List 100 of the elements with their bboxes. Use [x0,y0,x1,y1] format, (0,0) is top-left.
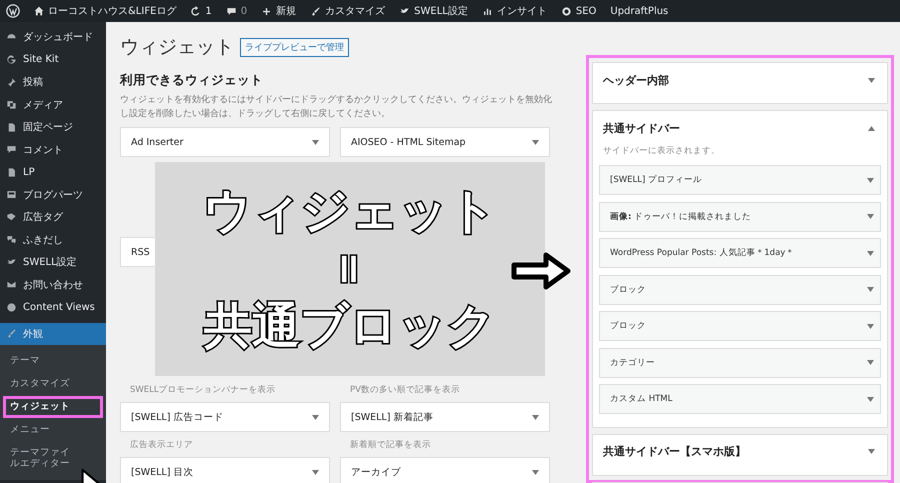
menu-item[interactable]: 外観 [0,322,106,345]
caption-text: ウィジェット [203,182,497,240]
menu-item[interactable]: コメント [0,138,106,161]
page-icon [6,122,17,133]
widget-title: [SWELL] 新着記事 [351,410,434,424]
widget-card[interactable]: アーカイブ [340,457,550,483]
update-count: 1 [205,6,212,16]
admin-bar-label: インサイト [496,5,547,18]
menu-label: お問い合わせ [23,278,83,292]
menu-item[interactable]: Content Views [0,296,106,318]
expand-arrow-icon[interactable] [312,470,319,474]
home-icon [34,6,44,16]
expand-arrow-icon[interactable] [532,470,539,474]
brush-icon [6,328,17,340]
expand-arrow-icon[interactable] [867,250,874,256]
caption-text: 共通ブロック [204,298,496,356]
admin-bar-link[interactable]: インサイト [482,4,547,18]
placed-widget[interactable]: カスタム HTML [599,384,881,414]
expand-arrow-icon[interactable] [312,140,319,144]
admin-bar-link[interactable]: UpdraftPlus [610,6,668,16]
sidebar-area-description: サイドバーに表示されます。 [602,145,721,158]
widget-description: PV数の多い順で記事を表示 [349,384,461,396]
admin-bar-label: 新規 [276,4,296,18]
placed-widget[interactable]: ブロック [599,274,881,304]
section-description: ウィジェットを有効化するにはサイドバーにドラッグするかクリックしてください。ウィジェットを無効化し設定を削除したい場合は、ドラッグして右側に戻してください。 [120,94,553,120]
widget-card[interactable]: [SWELL] 新着記事 [340,402,550,432]
widget-card[interactable]: [SWELL] 広告コード [120,402,330,432]
placed-widget[interactable]: カテゴリー [599,348,881,378]
speech-bubble-icon [6,144,17,156]
widget-title: Ad Inserter [131,136,184,148]
widget-title: AIOSEO - HTML Sitemap [351,136,466,148]
placed-widget[interactable]: WordPress Popular Posts: 人気記事＊1day＊ [599,238,881,268]
menu-item[interactable]: メディア [0,94,106,116]
placed-widget[interactable]: [SWELL] プロフィール [599,165,881,195]
menu-item[interactable]: 広告タグ [0,206,106,228]
admin-bar-link[interactable]: カスタマイズ [310,4,386,18]
submenu-item[interactable]: ウィジェット [3,396,103,418]
panel-icon [6,189,17,200]
admin-bar-link[interactable]: SEO [560,6,596,16]
widget-card[interactable]: Ad Inserter [120,127,330,157]
admin-bar-label: カスタマイズ [325,5,386,18]
sidebar-area-title[interactable]: 共通サイドバー [603,120,680,136]
expand-arrow-icon[interactable] [867,396,874,402]
widget-description: SWELLプロモーションバナーを表示 [129,384,277,396]
comments-link[interactable]: 0 [226,6,248,16]
site-name-link[interactable]: ローコストハウス&LIFEログ [34,4,176,18]
pin-icon [6,76,17,88]
collapse-arrow-icon[interactable] [868,126,875,130]
site-name: ローコストハウス&LIFEログ [48,5,176,18]
admin-bar-label: SWELL設定 [414,4,468,18]
menu-label: 投稿 [23,76,43,90]
updates-link[interactable]: 1 [190,6,212,16]
tag-icon [6,212,17,223]
menu-item[interactable]: 投稿 [0,71,106,94]
expand-arrow-icon[interactable] [867,324,874,328]
expand-arrow-icon[interactable] [867,214,874,219]
widget-card[interactable]: [SWELL] 目次 [120,457,330,483]
speech-bubbles-icon [6,234,17,246]
menu-label: 固定ページ [23,120,73,134]
menu-item[interactable]: 固定ページ [0,116,106,138]
live-preview-button[interactable]: ライブプレビューで管理 [240,38,349,56]
widget-title: RSS [131,246,150,258]
menu-item[interactable]: ダッシュボード [0,26,106,48]
submenu-item[interactable]: テーマ [3,350,83,372]
sidebar-area-title[interactable]: ヘッダー内部 [603,72,669,88]
menu-item[interactable]: Site Kit [0,48,106,71]
placed-widget[interactable]: 画像: ドゥーバ！に掲載されました [599,202,881,232]
menu-label: ふきだし [23,234,63,247]
placed-widget[interactable]: ブロック [599,311,881,341]
admin-bar-link[interactable]: SWELL設定 [399,4,468,18]
media-icon [6,99,17,110]
expand-arrow-icon[interactable] [868,449,875,454]
sidebar-area-title[interactable]: 共通サイドバー【スマホ版】 [603,444,746,459]
menu-item[interactable]: ブログパーツ [0,184,106,206]
plus-icon [261,6,272,16]
speech-bubble-icon [226,6,237,16]
submenu-item[interactable]: テーマファイルエディター [3,442,83,476]
envelope-icon [6,279,17,290]
expand-arrow-icon[interactable] [867,178,874,182]
brush-icon [310,6,322,16]
menu-label: SWELL設定 [23,256,77,270]
menu-item[interactable]: ふきだし [0,228,106,251]
submenu-item[interactable]: カスタマイズ [3,372,83,395]
expand-arrow-icon[interactable] [867,287,874,292]
admin-bar-link[interactable]: 新規 [261,4,296,18]
refresh-icon [190,6,202,16]
submenu-item[interactable]: メニュー [3,418,83,440]
menu-item[interactable]: お問い合わせ [0,274,106,296]
menu-item[interactable]: LP [0,161,106,184]
expand-arrow-icon[interactable] [312,414,319,420]
wordpress-logo-icon[interactable] [6,4,20,18]
expand-arrow-icon[interactable] [532,140,539,144]
menu-item[interactable]: SWELL設定 [0,251,106,274]
widget-card[interactable]: AIOSEO - HTML Sitemap [340,127,550,157]
expand-arrow-icon[interactable] [532,414,539,420]
expand-arrow-icon[interactable] [867,360,874,365]
menu-label: メディア [23,98,63,112]
comment-count: 0 [240,6,248,16]
right-arrow-icon [510,250,572,292]
expand-arrow-icon[interactable] [868,78,875,82]
